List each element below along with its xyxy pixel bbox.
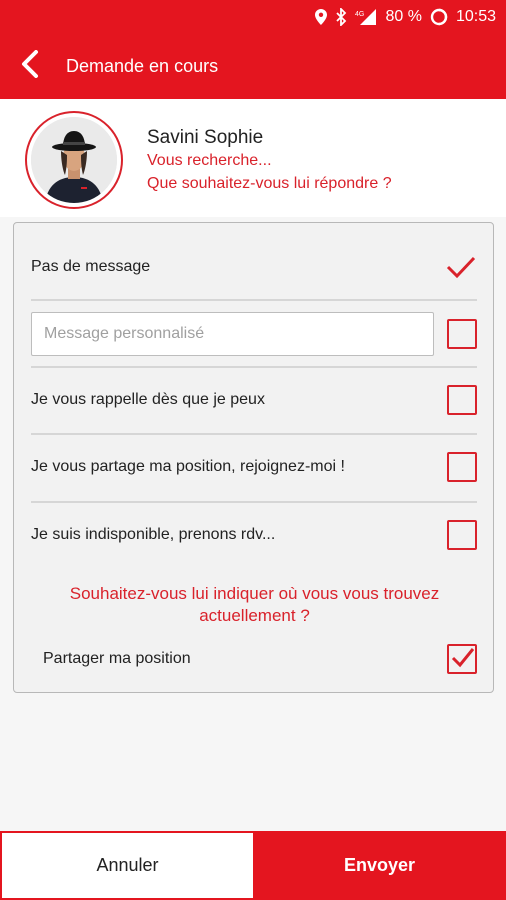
location-question-line2: actuellement ? xyxy=(199,606,310,625)
share-location-label: Partager ma position xyxy=(43,650,191,667)
cancel-button[interactable]: Annuler xyxy=(0,831,253,900)
location-question: Souhaitez-vous lui indiquer où vous vous… xyxy=(14,583,495,627)
contact-name: Savini Sophie xyxy=(147,127,264,148)
option-call-back[interactable]: Je vous rappelle dès que je peux xyxy=(31,378,477,422)
option-unavailable-label: Je suis indisponible, prenons rdv... xyxy=(31,526,276,543)
request-prompt: Que souhaitez-vous lui répondre ? xyxy=(147,175,392,192)
clock: 10:53 xyxy=(455,7,496,25)
location-question-line1: Souhaitez-vous lui indiquer où vous vous… xyxy=(69,584,440,603)
svg-text:4G: 4G xyxy=(355,11,364,18)
divider xyxy=(31,299,477,301)
status-bar: 4G 80 % 10:53 xyxy=(0,0,506,33)
action-bar: Annuler Envoyer xyxy=(0,831,506,900)
signal-icon: 4G xyxy=(355,8,377,26)
send-button[interactable]: Envoyer xyxy=(253,831,506,900)
custom-message-input[interactable] xyxy=(31,312,434,356)
divider xyxy=(31,366,477,368)
location-icon xyxy=(315,8,328,25)
page-title: Demande en cours xyxy=(66,55,219,76)
avatar-image xyxy=(31,117,117,203)
reply-options-card: Pas de message Je vous rappelle dès que … xyxy=(13,222,494,693)
bluetooth-icon xyxy=(335,7,347,26)
battery-icon xyxy=(430,8,448,26)
option-share-position[interactable]: Je vous partage ma position, rejoignez-m… xyxy=(31,445,477,489)
option-custom-message xyxy=(31,311,477,357)
option-no-message[interactable]: Pas de message xyxy=(31,239,477,295)
checkmark-icon xyxy=(451,648,475,668)
custom-message-checkbox[interactable] xyxy=(447,319,477,349)
unavailable-checkbox[interactable] xyxy=(447,520,477,550)
option-call-back-label: Je vous rappelle dès que je peux xyxy=(31,391,265,408)
battery-percent: 80 % xyxy=(385,7,422,25)
profile-header: Savini Sophie Vous recherche... Que souh… xyxy=(0,99,506,217)
avatar xyxy=(25,111,123,209)
share-location-checkbox[interactable] xyxy=(447,644,477,674)
checkmark-icon xyxy=(445,255,477,279)
divider xyxy=(31,501,477,503)
request-status: Vous recherche... xyxy=(147,152,272,169)
call-back-checkbox[interactable] xyxy=(447,385,477,415)
share-location-row[interactable]: Partager ma position xyxy=(43,637,477,681)
option-unavailable[interactable]: Je suis indisponible, prenons rdv... xyxy=(31,513,477,557)
divider xyxy=(31,433,477,435)
share-position-checkbox[interactable] xyxy=(447,452,477,482)
option-no-message-label: Pas de message xyxy=(31,258,151,275)
option-share-position-label: Je vous partage ma position, rejoignez-m… xyxy=(31,458,345,475)
back-button[interactable] xyxy=(0,33,60,99)
app-bar: Demande en cours xyxy=(0,33,506,99)
chevron-left-icon xyxy=(21,49,39,83)
